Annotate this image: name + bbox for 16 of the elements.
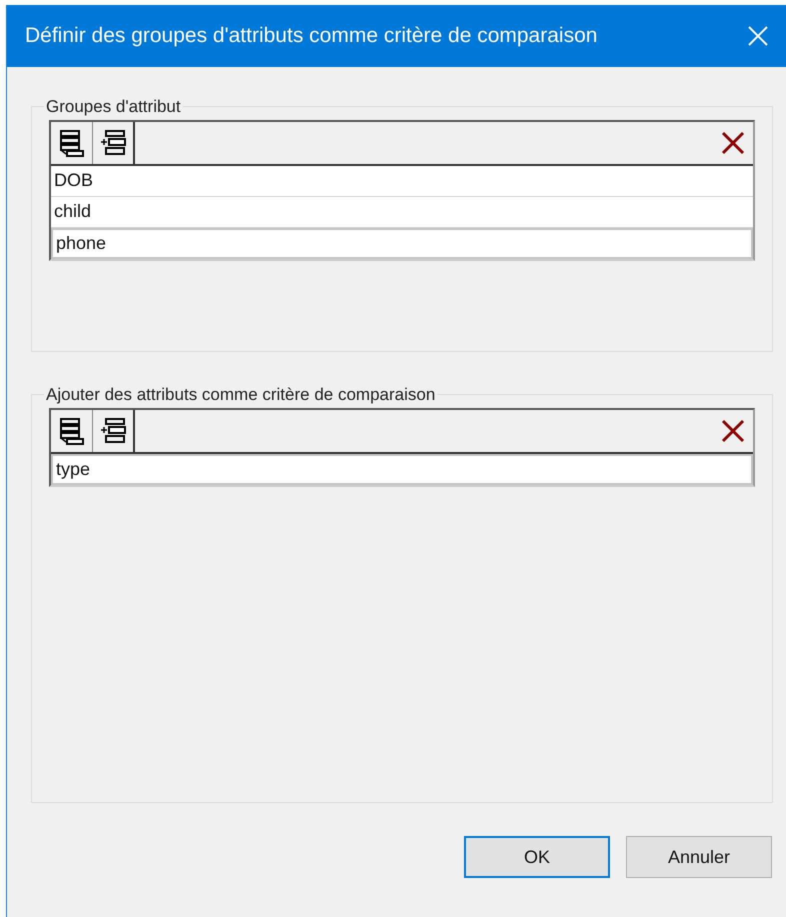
insert-row-icon bbox=[99, 416, 127, 446]
insert-row-icon bbox=[99, 128, 127, 158]
close-icon bbox=[748, 26, 768, 46]
list-row[interactable]: phone bbox=[51, 228, 753, 258]
append-row-icon bbox=[58, 416, 86, 446]
list-row[interactable]: type bbox=[51, 454, 753, 484]
list-row[interactable]: DOB bbox=[51, 166, 753, 196]
window-title: Définir des groupes d'attributs comme critère de comparaison bbox=[25, 23, 598, 50]
group-label: Groupes d'attribut bbox=[45, 96, 182, 118]
append-row-icon bbox=[58, 128, 86, 158]
delete-icon bbox=[720, 418, 746, 444]
group-label: Ajouter des attributs comme critère de comparaison bbox=[45, 384, 436, 406]
dialog-button[interactable]: Annuler bbox=[626, 836, 772, 878]
delete-icon bbox=[720, 130, 746, 156]
list-row[interactable]: child bbox=[51, 196, 753, 228]
dialog-button[interactable]: OK bbox=[464, 836, 610, 878]
